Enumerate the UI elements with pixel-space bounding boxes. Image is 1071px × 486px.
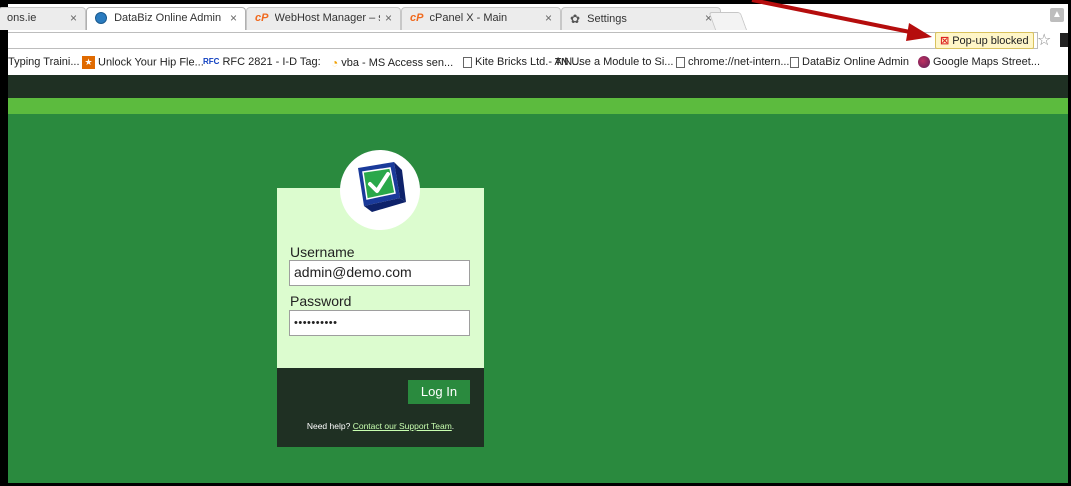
bookmark-label: Unlock Your Hip Fle... <box>98 56 204 69</box>
tab-title: Settings <box>587 13 627 25</box>
new-tab-button[interactable] <box>708 12 748 31</box>
monitor-check-icon <box>358 162 406 212</box>
browser-tab-strip: ons.ie × DataBiz Online Admin × cP WebHo… <box>0 4 1068 31</box>
gear-icon: ✿ <box>570 12 581 26</box>
support-team-link[interactable]: Contact our Support Team <box>353 421 452 431</box>
bookmark-star-icon[interactable]: ☆ <box>1037 30 1051 50</box>
globe-icon <box>95 12 107 25</box>
bookmarks-bar: Typing Traini... ★ Unlock Your Hip Fle...… <box>8 51 1068 76</box>
bookmark-item[interactable]: chrome://net-intern... <box>676 56 790 68</box>
help-suffix: . <box>451 421 455 431</box>
address-bar-row: ⊠ Pop-up blocked ☆ <box>8 30 1068 51</box>
help-text: Need help? Contact our Support Team. <box>277 421 484 431</box>
bookmark-item[interactable]: ◔ vba - MS Access sen... <box>331 56 453 70</box>
page-background <box>8 114 1068 483</box>
document-icon <box>676 56 685 68</box>
tab-close-icon[interactable]: × <box>545 11 552 25</box>
bookmark-label: Typing Traini... <box>8 56 80 68</box>
tab-webhost-manager[interactable]: cP WebHost Manager – serve × <box>246 7 401 30</box>
log-in-button[interactable]: Log In <box>408 380 470 404</box>
tab-cpanel-main[interactable]: cP cPanel X - Main × <box>401 7 561 30</box>
bookmark-label: Google Maps Street... <box>933 56 1040 68</box>
tab-title: ons.ie <box>7 12 37 25</box>
address-bar-input[interactable] <box>8 32 1038 49</box>
tab-close-icon[interactable]: × <box>385 11 392 25</box>
app-logo <box>340 150 420 230</box>
maps-icon <box>918 56 930 69</box>
site-header <box>8 75 1068 98</box>
bookmark-item[interactable]: ★ Unlock Your Hip Fle... <box>82 56 204 69</box>
tab-close-icon[interactable]: × <box>70 11 77 25</box>
username-field[interactable]: admin@demo.com <box>289 260 470 286</box>
tn-icon: TN <box>555 56 569 68</box>
bookmark-label: RFC 2821 - I-D Tag: <box>222 56 321 68</box>
header-accent-band <box>8 98 1068 114</box>
popup-blocked-label: Pop-up blocked <box>952 35 1029 47</box>
help-prefix: Need help? <box>306 421 351 431</box>
screenshot-frame-left <box>0 0 8 486</box>
tab-settings[interactable]: ✿ Settings × <box>561 7 721 30</box>
password-label: Password <box>290 293 352 309</box>
bookmark-item[interactable]: Typing Traini... <box>8 56 80 68</box>
bookmark-label: chrome://net-intern... <box>688 56 790 68</box>
bookmark-item[interactable]: RFC RFC 2821 - I-D Tag: <box>203 56 321 68</box>
bookmark-label: vba - MS Access sen... <box>341 56 454 69</box>
username-label: Username <box>290 244 355 260</box>
document-icon <box>463 56 472 68</box>
rfc-icon: RFC <box>203 57 220 67</box>
tab-close-icon[interactable]: × <box>230 11 237 25</box>
password-field[interactable]: •••••••••• <box>289 310 470 336</box>
bookmark-item[interactable]: TN Use a Module to Si... <box>555 56 673 68</box>
tab-title: cPanel X - Main <box>429 12 508 25</box>
bookmark-label: DataBiz Online Admin <box>802 56 909 68</box>
feed-icon: ◔ <box>331 56 339 70</box>
star-icon: ★ <box>82 56 95 69</box>
chrome-menu-icon[interactable] <box>1060 33 1068 47</box>
profile-icon[interactable]: ▲ <box>1050 8 1064 22</box>
popup-blocked-indicator[interactable]: ⊠ Pop-up blocked <box>935 32 1034 49</box>
cpanel-icon: cP <box>410 12 424 25</box>
bookmark-item[interactable]: Google Maps Street... <box>918 56 1040 69</box>
tab-databiz-online-admin[interactable]: DataBiz Online Admin × <box>86 7 246 30</box>
document-icon <box>790 56 799 68</box>
popup-blocked-icon: ⊠ <box>940 35 950 47</box>
tab-title: DataBiz Online Admin <box>114 12 222 25</box>
bookmark-label: Use a Module to Si... <box>571 56 674 68</box>
cpanel-icon: cP <box>255 12 269 25</box>
tab-title: WebHost Manager – serve <box>274 12 380 25</box>
tab-ons[interactable]: ons.ie × <box>0 7 86 30</box>
bookmark-item[interactable]: DataBiz Online Admin <box>790 56 909 68</box>
